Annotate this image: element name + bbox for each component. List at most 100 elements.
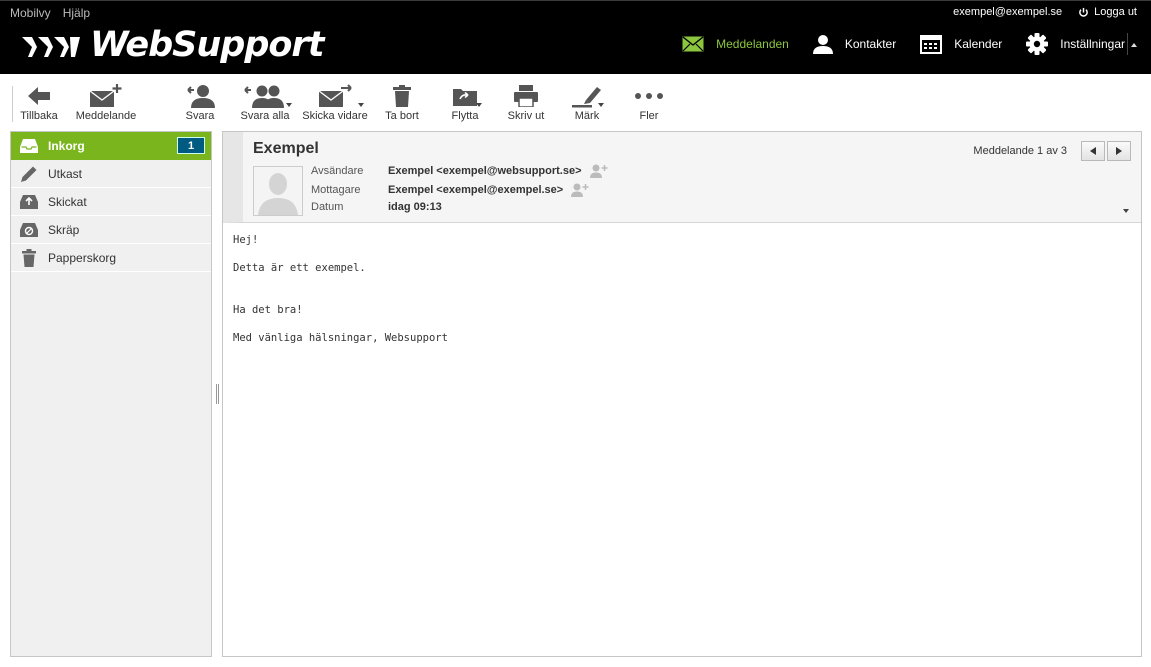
main-nav: Meddelanden Kontakter Kalender Inställni… — [658, 33, 1137, 55]
more-dots-icon — [635, 93, 663, 99]
logo-mark-icon — [22, 37, 80, 57]
folder-move-icon — [453, 89, 477, 106]
from-value[interactable]: Exempel <exempel@websupport.se> — [388, 165, 582, 177]
nav-contacts[interactable]: Kontakter — [812, 34, 896, 54]
reply-label: Svara — [185, 110, 215, 122]
folder-drafts-label: Utkast — [48, 166, 83, 181]
triangle-right-icon — [1116, 147, 1122, 155]
sent-icon — [20, 194, 38, 209]
nav-calendar[interactable]: Kalender — [920, 34, 1002, 54]
pencil-icon — [21, 166, 37, 182]
add-sender-contact-button[interactable] — [589, 164, 608, 178]
folder-inbox[interactable]: Inkorg 1 — [11, 132, 211, 160]
add-contact-icon — [589, 164, 608, 178]
folder-drafts[interactable]: Utkast — [11, 160, 211, 188]
logo-text: WebSupport — [90, 25, 324, 65]
header-date-row: Datum idag 09:13 — [311, 201, 442, 213]
date-value: idag 09:13 — [388, 201, 442, 213]
next-message-button[interactable] — [1107, 141, 1131, 161]
header-from-row: Avsändare Exempel <exempel@websupport.se… — [311, 164, 608, 178]
move-button[interactable]: Flytta — [446, 83, 484, 122]
pager-text: Meddelande 1 av 3 — [973, 145, 1067, 157]
compose-label: Meddelande — [75, 110, 137, 122]
triangle-left-icon — [1090, 147, 1096, 155]
forward-button[interactable]: Skicka vidare — [302, 83, 368, 122]
reply-button[interactable]: Svara — [182, 83, 218, 122]
logout-button[interactable]: Logga ut — [1078, 6, 1137, 18]
delete-label: Ta bort — [385, 110, 419, 122]
nav-calendar-label: Kalender — [954, 37, 1003, 51]
person-icon — [812, 35, 833, 54]
unread-count-badge: 1 — [177, 137, 205, 154]
folder-trash[interactable]: Papperskorg — [11, 244, 211, 272]
power-icon — [1079, 7, 1089, 17]
add-contact-icon — [571, 183, 589, 197]
reply-all-dropdown-icon[interactable] — [286, 103, 292, 107]
person-silhouette-icon — [254, 167, 302, 215]
nav-messages-label: Meddelanden — [716, 37, 789, 51]
user-area: exempel@exempel.se Logga ut — [953, 6, 1137, 18]
folder-sent[interactable]: Skickat — [11, 188, 211, 216]
reply-icon — [187, 85, 215, 108]
back-label: Tillbaka — [20, 110, 58, 122]
forward-dropdown-icon[interactable] — [358, 103, 364, 107]
previous-message-button[interactable] — [1081, 141, 1105, 161]
reply-all-label: Svara alla — [240, 110, 290, 122]
message-pager: Meddelande 1 av 3 — [973, 141, 1131, 161]
nav-messages[interactable]: Meddelanden — [682, 36, 789, 52]
add-recipient-contact-button[interactable] — [571, 183, 589, 197]
nav-settings-label: Inställningar — [1060, 37, 1125, 51]
reply-all-button[interactable]: Svara alla — [234, 83, 296, 122]
mark-dropdown-icon[interactable] — [598, 103, 604, 107]
message-header: Exempel Avsändare Exempel <exempel@websu… — [223, 132, 1141, 223]
back-button[interactable]: Tillbaka — [18, 83, 60, 122]
junk-icon — [20, 222, 38, 237]
pane-splitter[interactable] — [216, 384, 219, 404]
forward-icon — [318, 84, 352, 107]
mark-label: Märk — [574, 110, 600, 122]
header-to-row: Mottagare Exempel <exempel@exempel.se> — [311, 183, 589, 197]
forward-label: Skicka vidare — [302, 110, 368, 122]
mark-button[interactable]: Märk — [566, 83, 608, 122]
logo[interactable]: WebSupport — [20, 25, 324, 65]
trash-icon — [393, 85, 411, 107]
arrow-left-icon — [28, 87, 50, 105]
print-label: Skriv ut — [507, 110, 545, 122]
calendar-icon — [920, 35, 943, 54]
toolbar: Tillbaka Meddelande Svara Svara alla Ski… — [0, 75, 1151, 127]
to-label: Mottagare — [311, 184, 361, 196]
user-email: exempel@exempel.se — [953, 6, 1063, 18]
date-label: Datum — [311, 201, 344, 213]
compose-button[interactable]: Meddelande — [74, 83, 138, 122]
help-link[interactable]: Hjälp — [63, 6, 90, 20]
body-line: Med vänliga hälsningar, Websupport — [233, 332, 448, 344]
folder-inbox-label: Inkorg — [48, 138, 85, 153]
envelope-icon — [682, 36, 704, 52]
top-links: Mobilvy Hjälp — [10, 6, 90, 20]
to-value[interactable]: Exempel <exempel@exempel.se> — [388, 184, 563, 196]
nav-collapse-toggle[interactable] — [1127, 33, 1137, 55]
sender-avatar — [253, 166, 303, 216]
folder-trash-label: Papperskorg — [48, 250, 117, 265]
printer-icon — [514, 85, 538, 107]
print-button[interactable]: Skriv ut — [504, 83, 548, 122]
message-subject: Exempel — [253, 140, 319, 157]
new-message-icon — [89, 84, 122, 107]
folder-junk[interactable]: Skräp — [11, 216, 211, 244]
trash-icon — [22, 248, 36, 267]
header-expand-toggle[interactable] — [1123, 209, 1129, 213]
inbox-icon — [20, 138, 38, 153]
app-header: Mobilvy Hjälp exempel@exempel.se Logga u… — [0, 0, 1151, 74]
body-line: Detta är ett exempel. — [233, 262, 366, 274]
logout-label: Logga ut — [1094, 6, 1137, 18]
reply-all-icon — [244, 85, 284, 108]
mobile-view-link[interactable]: Mobilvy — [10, 6, 51, 20]
folder-junk-label: Skräp — [48, 222, 80, 237]
nav-settings[interactable]: Inställningar — [1026, 33, 1137, 55]
move-label: Flytta — [451, 110, 479, 122]
delete-button[interactable]: Ta bort — [382, 83, 422, 122]
body-line: Ha det bra! — [233, 304, 303, 316]
more-button[interactable]: Fler — [632, 83, 666, 122]
move-dropdown-icon[interactable] — [476, 103, 482, 107]
folder-list: Inkorg 1 Utkast Skickat Skräp Papperskor… — [10, 131, 212, 657]
